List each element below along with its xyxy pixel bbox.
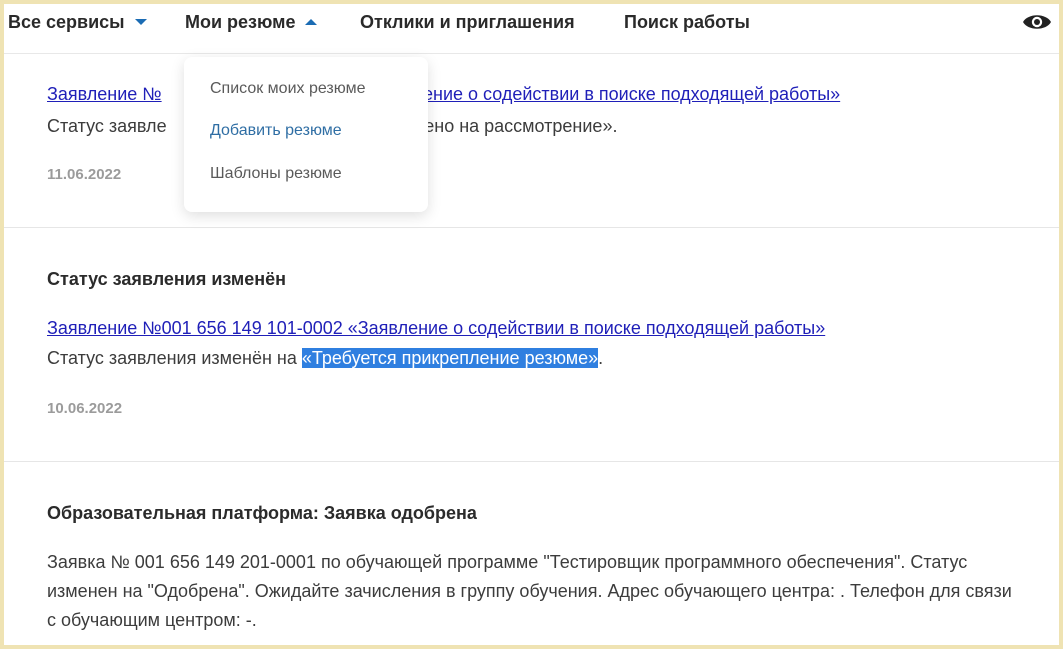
top-navigation: Все сервисы Мои резюме Отклики и приглаш… <box>4 4 1059 54</box>
application-link-end: аявление о содействии в поиске подходяще… <box>383 84 841 104</box>
notifications-feed: Заявление № аявление о содействии в поиск… <box>4 54 1059 645</box>
notification-date: 10.06.2022 <box>47 400 123 417</box>
status-text-start: Статус заявле <box>47 116 167 136</box>
nav-job-search-label: Поиск работы <box>624 11 750 32</box>
notification-title: Статус заявления изменён <box>47 269 287 289</box>
nav-responses[interactable]: Отклики и приглашения <box>360 4 575 40</box>
notification-card: Образовательная платформа: Заявка одобре… <box>4 461 1059 645</box>
nav-job-search[interactable]: Поиск работы <box>624 4 750 40</box>
nav-all-services[interactable]: Все сервисы <box>8 4 147 40</box>
notification-card: Статус заявления изменён Заявление №001 … <box>4 227 1059 462</box>
chevron-down-icon <box>134 19 147 25</box>
nav-my-resumes-label: Мои резюме <box>185 11 296 32</box>
my-resumes-dropdown: Список моих резюме Добавить резюме Шабло… <box>184 57 428 212</box>
status-prefix: Статус заявления изменён на <box>47 348 302 368</box>
application-link[interactable]: Заявление №001 656 149 101-0002 «Заявлен… <box>47 318 825 339</box>
status-value-selected: «Требуется прикрепление резюме» <box>301 348 599 368</box>
status-text: Статус заявления изменён на «Требуется п… <box>47 348 603 369</box>
nav-all-services-label: Все сервисы <box>8 11 125 32</box>
notification-date: 11.06.2022 <box>47 166 122 183</box>
status-text-end: авлено на рассмотрение». <box>394 116 618 136</box>
application-link-start: Заявление № <box>47 84 162 104</box>
notification-text: Заявка № 001 656 149 201-0001 по обучающ… <box>47 552 1012 630</box>
application-link[interactable]: Заявление № аявление о содействии в поиск… <box>47 84 840 105</box>
menu-item-resume-list[interactable]: Список моих резюме <box>210 80 365 98</box>
nav-my-resumes[interactable]: Мои резюме <box>185 4 318 40</box>
nav-responses-label: Отклики и приглашения <box>360 11 575 32</box>
notification-card: Заявление № аявление о содействии в поиск… <box>4 54 1059 228</box>
menu-item-resume-templates[interactable]: Шаблоны резюме <box>210 165 342 183</box>
notification-title: Образовательная платформа: Заявка одобре… <box>47 503 477 523</box>
status-suffix: . <box>598 348 604 368</box>
eye-icon[interactable] <box>1022 12 1052 32</box>
chevron-up-icon <box>305 19 318 25</box>
menu-item-add-resume[interactable]: Добавить резюме <box>210 122 342 140</box>
